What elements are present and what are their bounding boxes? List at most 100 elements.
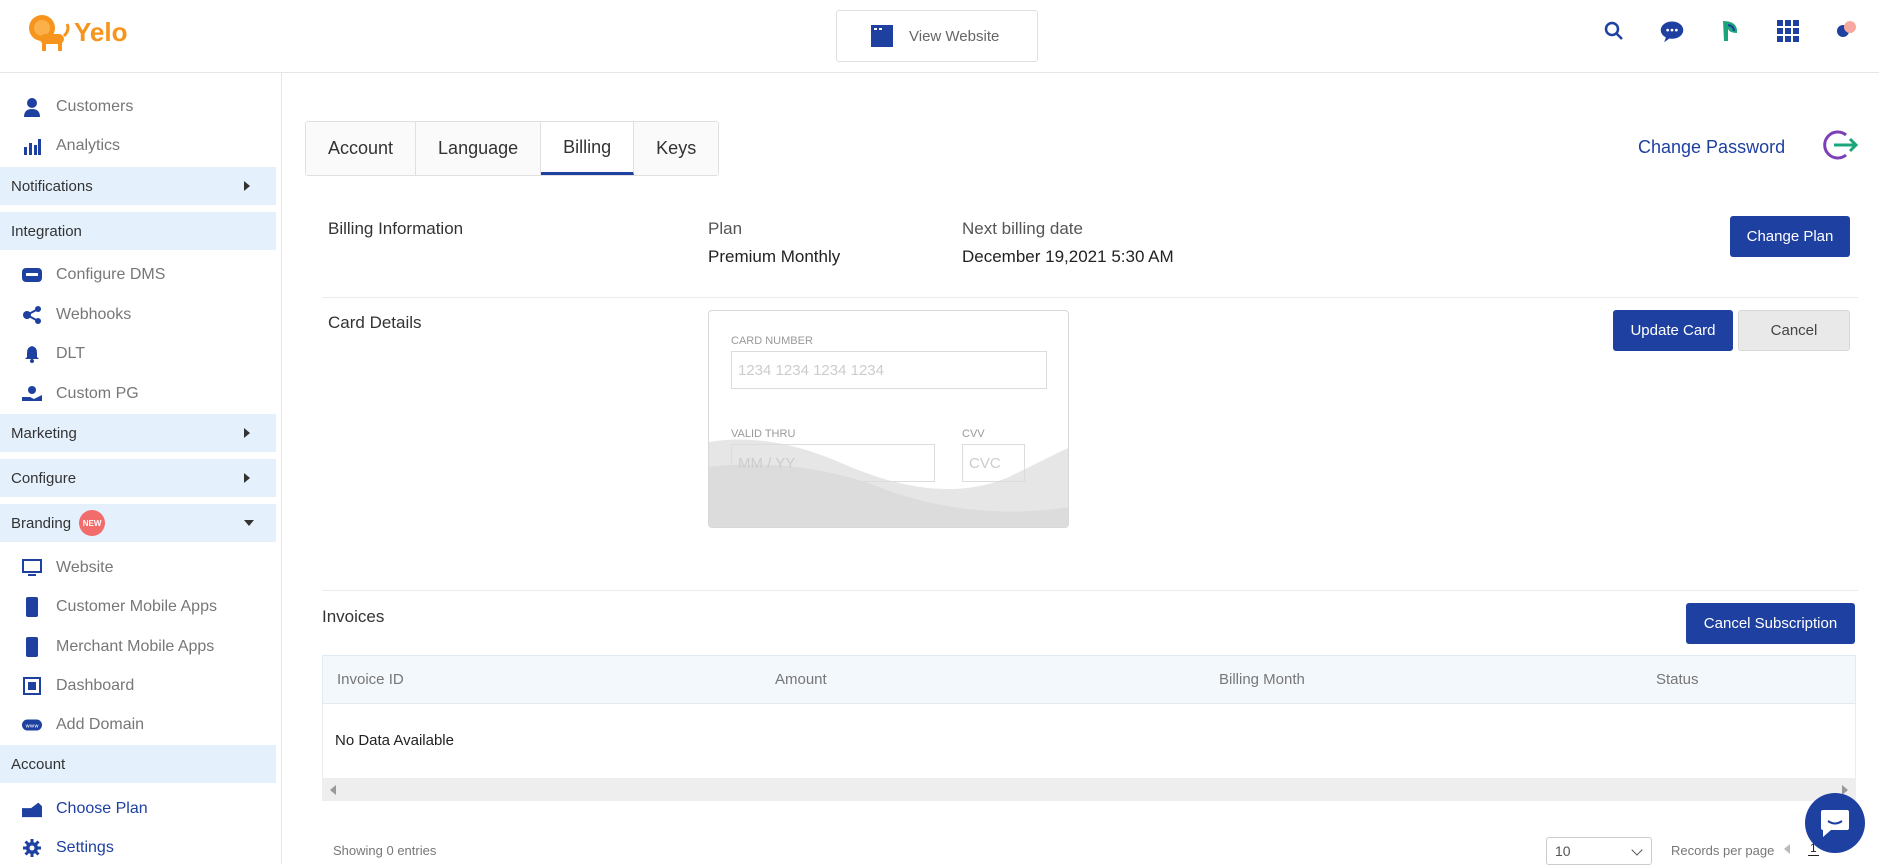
cancel-button[interactable]: Cancel [1738,310,1850,351]
divider [322,297,1858,298]
chat-bubble-icon [1821,810,1849,837]
tab-label: Account [328,138,394,158]
per-page-value: 10 [1555,843,1571,859]
sidebar-item-analytics[interactable]: Analytics [0,128,276,164]
tab-label: Keys [656,138,697,158]
logout-icon[interactable] [1820,129,1859,166]
dashboard-icon [22,676,42,696]
billing-information-label: Billing Information [328,219,464,238]
leaf-icon[interactable] [1717,18,1743,44]
caret-right-icon [244,181,250,191]
sidebar-item-dlt[interactable]: DLT [0,336,276,372]
sidebar-item-label: Dashboard [56,677,135,694]
caret-right-icon [244,428,250,438]
browser-window-icon [871,25,893,47]
sidebar-item-custom-pg[interactable]: Custom PG [0,376,276,412]
chat-widget-button[interactable] [1805,793,1865,853]
sidebar-item-label: DLT [56,345,86,362]
mobile-icon [22,597,42,617]
sidebar-item-label: Merchant Mobile Apps [56,638,215,655]
customers-icon [22,97,42,117]
section-label: Marketing [11,424,77,442]
valid-thru-label: VALID THRU [731,428,796,440]
support-chat-icon[interactable] [1659,18,1685,44]
sidebar-section-marketing[interactable]: Marketing [0,414,276,452]
divider [322,590,1858,591]
empty-state-text: No Data Available [335,732,454,749]
change-password-link[interactable]: Change Password [1638,137,1785,158]
sidebar-item-label: Custom PG [56,385,139,402]
sidebar-item-label: Choose Plan [56,800,148,817]
cvv-input[interactable]: CVC [962,444,1025,482]
view-website-button[interactable]: View Website [836,10,1038,62]
sidebar-item-label: Settings [56,839,114,856]
search-icon[interactable] [1601,18,1627,44]
sidebar-item-webhooks[interactable]: Webhooks [0,297,276,333]
sidebar-section-configure[interactable]: Configure [0,459,276,497]
settings-tabs: Account Language Billing Keys [305,121,720,176]
partial-icon [22,73,42,83]
card-form: CARD NUMBER 1234 1234 1234 1234 VALID TH… [708,310,1069,528]
apps-grid-icon[interactable] [1775,18,1801,44]
tab-billing[interactable]: Billing [541,122,635,175]
sidebar-item-label: Analytics [56,137,121,154]
sidebar-section-account[interactable]: Account [0,745,276,783]
cvv-label: CVV [962,428,985,440]
sidebar-item-configure-dms[interactable]: Configure DMS [0,257,276,293]
next-billing-value: December 19,2021 5:30 AM [962,247,1174,266]
payment-icon [22,384,42,404]
column-header-billing-month[interactable]: Billing Month [1219,671,1305,688]
sidebar-item-merchant-mobile-apps[interactable]: Merchant Mobile Apps [0,629,276,665]
card-number-input[interactable]: 1234 1234 1234 1234 [731,351,1047,389]
section-label: Branding [11,514,72,532]
view-website-label: View Website [909,27,1000,45]
logo-text: Yelo [74,16,128,47]
column-header-amount[interactable]: Amount [775,671,827,688]
sidebar-item-add-domain[interactable]: www Add Domain [0,707,276,743]
tab-language[interactable]: Language [416,122,542,175]
sidebar-item-website[interactable]: Website [0,550,276,586]
cancel-subscription-button[interactable]: Cancel Subscription [1686,603,1855,644]
sidebar-item-dashboard[interactable]: Dashboard [0,668,276,704]
sidebar-section-notifications[interactable]: Notifications [0,167,276,205]
sidebar-item-customers[interactable]: Customers [0,89,276,125]
sidebar-item-choose-plan[interactable]: Choose Plan [0,791,276,827]
valid-thru-input[interactable]: MM / YY [731,444,935,482]
sidebar-item-label: Customer Mobile Apps [56,598,217,615]
logo[interactable]: Yelo [26,10,127,54]
sidebar-item-customer-mobile-apps[interactable]: Customer Mobile Apps [0,589,276,625]
mobile-icon [22,637,42,657]
sidebar: Customers Analytics Notifications Integr… [0,73,282,864]
caret-right-icon [244,473,250,483]
sidebar-item-partial[interactable] [0,73,276,85]
monitor-icon [22,558,42,578]
sidebar-section-integration[interactable]: Integration [0,212,276,250]
prev-page-icon[interactable] [1784,844,1790,854]
column-header-status[interactable]: Status [1656,671,1699,688]
horizontal-scrollbar[interactable] [322,778,1856,801]
bell-icon [22,344,42,364]
update-card-button[interactable]: Update Card [1613,310,1733,351]
chevron-down-icon [1631,844,1643,856]
sidebar-item-label: Configure DMS [56,266,166,283]
records-per-page-label: Records per page [1671,843,1775,858]
profile-icon[interactable] [1833,18,1859,44]
per-page-select[interactable]: 10 [1546,837,1652,865]
section-label: Integration [11,222,82,240]
plan-icon [22,799,42,819]
tab-account[interactable]: Account [306,122,417,175]
invoices-label: Invoices [322,607,385,626]
scroll-left-icon[interactable] [330,785,336,795]
column-header-invoice-id[interactable]: Invoice ID [337,671,404,688]
sidebar-item-settings[interactable]: Settings [0,830,276,864]
sidebar-item-label: Add Domain [56,716,145,733]
sidebar-section-branding[interactable]: Branding NEW [0,504,276,542]
sidebar-item-label: Webhooks [56,306,132,323]
tab-keys[interactable]: Keys [634,122,719,175]
section-label: Configure [11,469,77,487]
change-plan-button[interactable]: Change Plan [1730,216,1850,257]
table-header: Invoice ID Amount Billing Month Status [322,655,1856,704]
svg-text:www: www [25,724,39,730]
sidebar-item-label: Customers [56,98,134,115]
gear-icon [22,838,42,858]
